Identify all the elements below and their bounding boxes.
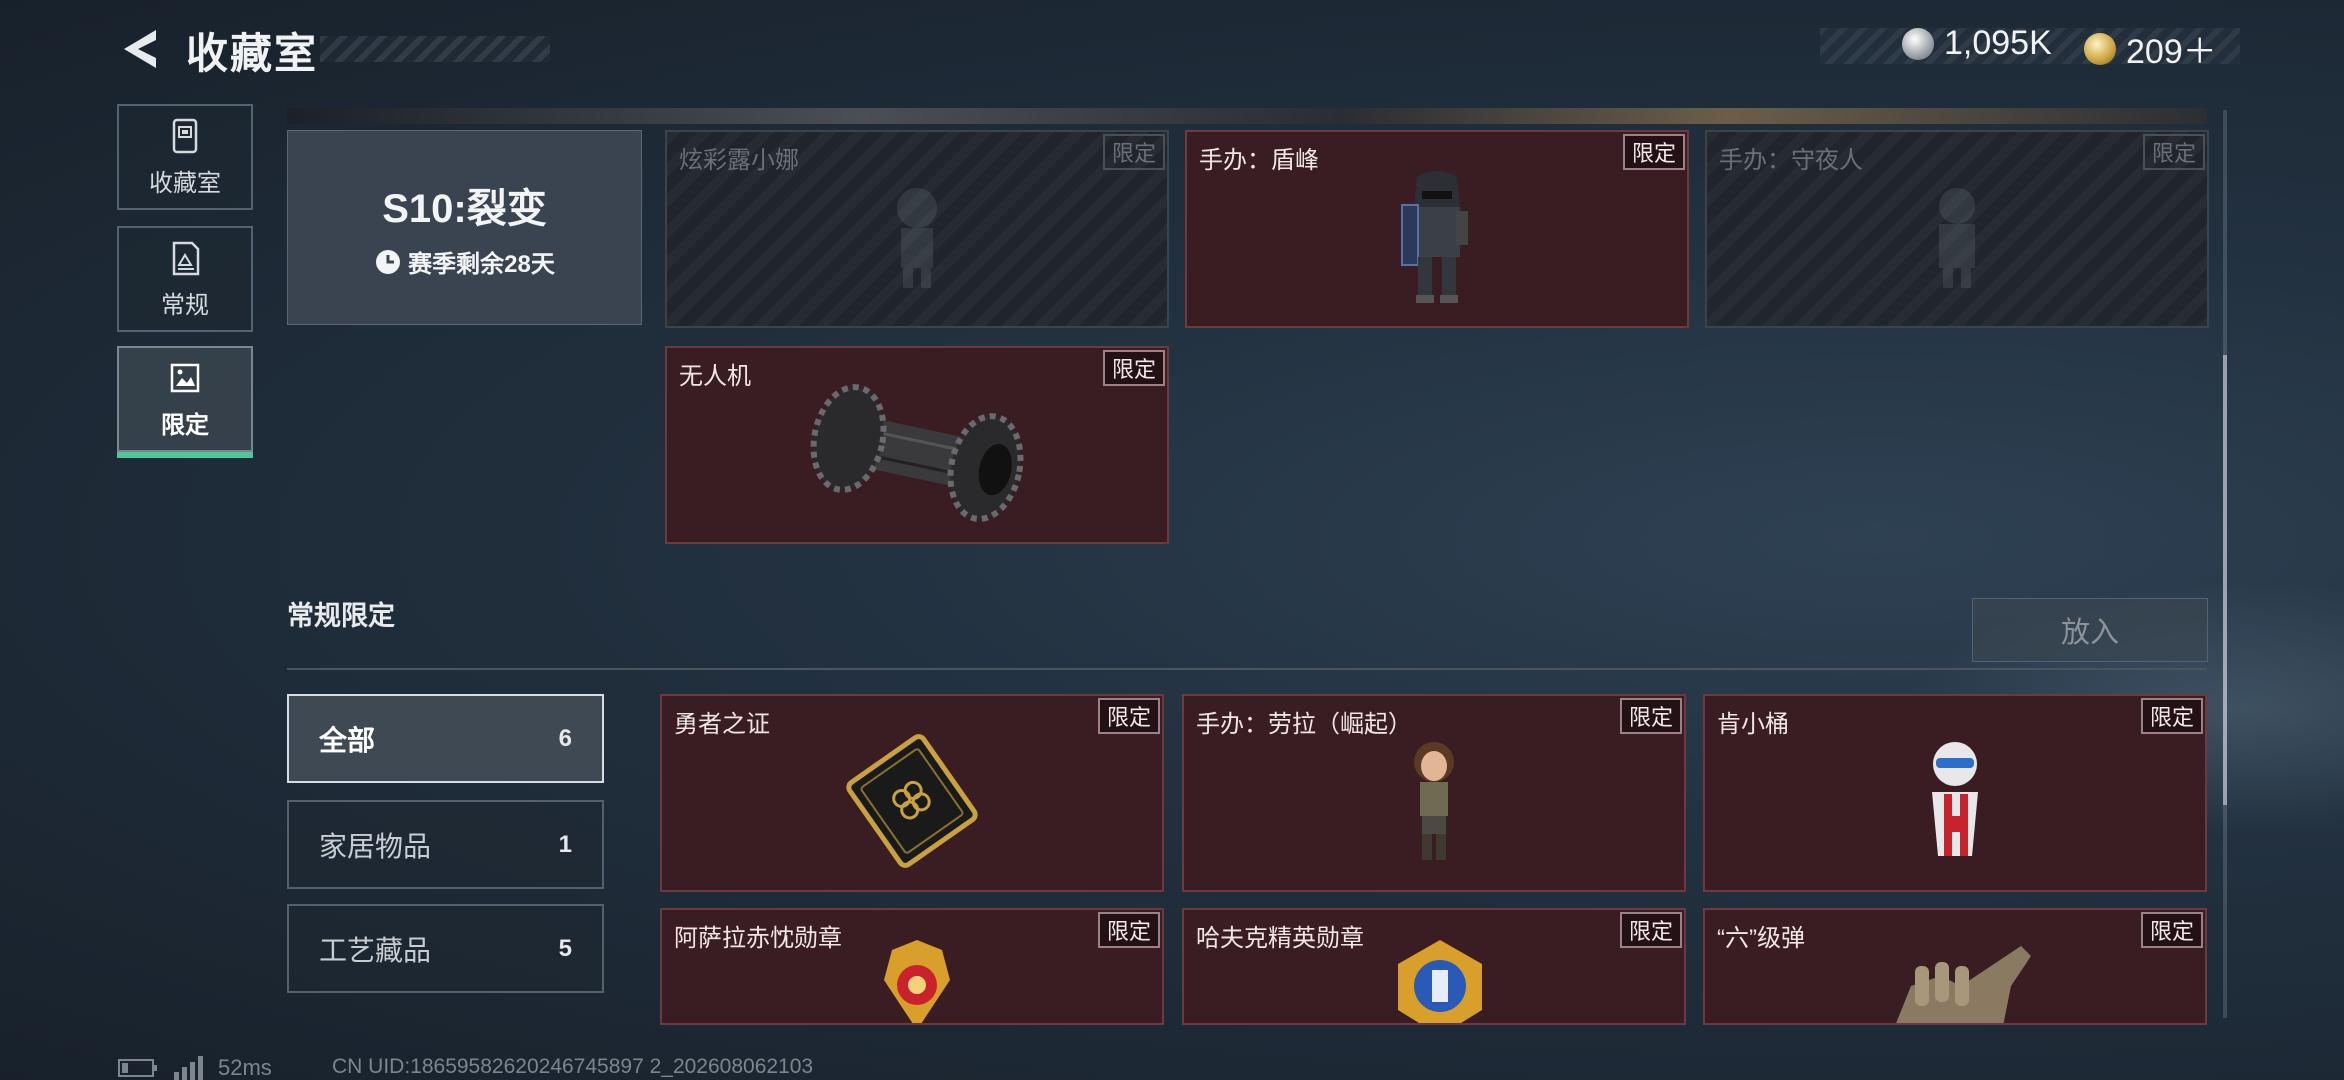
filter-count: 1 <box>558 830 572 858</box>
uid-text: CN UID:18659582620246745897 2_2026080621… <box>332 1055 814 1078</box>
vault-icon <box>172 118 198 153</box>
item-name: 炫彩露小娜 <box>679 147 799 174</box>
item-name: 勇者之证 <box>674 711 770 738</box>
item-name: 阿萨拉赤忱勋章 <box>674 925 842 952</box>
figure-silhouette-icon <box>897 187 937 288</box>
filter-home-items[interactable]: 家居物品 1 <box>287 800 604 889</box>
limited-tag: 限定 <box>1103 350 1165 386</box>
signal-icon <box>174 1056 203 1080</box>
limited-tag: 限定 <box>1623 134 1685 170</box>
nav-label-limited: 限定 <box>161 411 209 439</box>
season-banner <box>287 108 2207 124</box>
item-card-shield-figure[interactable]: 手办：盾峰 限定 <box>1185 130 1689 328</box>
nav-label-regular: 常规 <box>161 291 209 319</box>
item-card-colorful-luna[interactable]: 炫彩露小娜 限定 <box>665 130 1169 328</box>
filter-count: 6 <box>558 724 572 752</box>
section-divider <box>287 668 2207 670</box>
item-name: 哈夫克精英勋章 <box>1196 925 1364 952</box>
scrollbar[interactable] <box>2223 110 2227 1018</box>
item-card-haavk-medal[interactable]: 哈夫克精英勋章 限定 <box>1182 908 1686 1025</box>
nav-item-regular[interactable]: 常规 <box>117 226 253 332</box>
silver-amount: 1,095K <box>1944 24 2052 62</box>
item-card-six-bullet[interactable]: “六”级弹 限定 <box>1703 908 2207 1025</box>
nav-label-vault: 收藏室 <box>149 169 221 197</box>
shield-figure-icon <box>1401 170 1468 303</box>
clock-icon <box>376 249 401 274</box>
season-remaining-text: 赛季剩余28天 <box>408 251 555 278</box>
filter-label: 家居物品 <box>319 830 432 862</box>
nav-item-limited[interactable]: 限定 <box>117 346 253 458</box>
lara-figure-icon <box>1414 741 1454 860</box>
item-name: “六”级弹 <box>1717 925 1805 952</box>
filter-label: 全部 <box>319 724 376 756</box>
card-token-icon <box>846 733 978 868</box>
filter-count: 5 <box>558 934 572 962</box>
limited-tag: 限定 <box>1098 912 1160 948</box>
item-card-lara-figure[interactable]: 手办：劳拉（崛起） 限定 <box>1182 694 1686 892</box>
document-icon <box>172 241 200 275</box>
item-name: 肯小桶 <box>1717 711 1789 738</box>
filter-crafts[interactable]: 工艺藏品 5 <box>287 904 604 993</box>
filter-label: 工艺藏品 <box>319 934 432 966</box>
title-stripe <box>320 36 550 62</box>
gold-coin-icon <box>2084 32 2116 65</box>
gold-amount: 209＋ <box>2126 33 2217 71</box>
limited-tag: 限定 <box>1098 698 1160 734</box>
limited-tag: 限定 <box>1103 134 1165 170</box>
item-card-asala-medal[interactable]: 阿萨拉赤忱勋章 限定 <box>660 908 1164 1025</box>
limited-tag: 限定 <box>2143 134 2205 170</box>
item-name: 手办：劳拉（崛起） <box>1196 711 1412 738</box>
section-title: 常规限定 <box>287 601 395 631</box>
season-card: S10:裂变 赛季剩余28天 <box>287 130 642 325</box>
back-arrow-icon[interactable] <box>118 26 160 72</box>
item-name: 无人机 <box>679 363 751 390</box>
limited-tag: 限定 <box>1620 912 1682 948</box>
item-name: 手办：守夜人 <box>1719 147 1863 174</box>
limited-tag: 限定 <box>2141 912 2203 948</box>
nav-item-vault[interactable]: 收藏室 <box>117 104 253 210</box>
page-title: 收藏室 <box>186 30 319 77</box>
item-card-night-watcher[interactable]: 手办：守夜人 限定 <box>1705 130 2209 328</box>
item-card-ken-bucket[interactable]: 肯小桶 限定 <box>1703 694 2207 892</box>
status-bar: 52ms <box>118 1055 272 1080</box>
put-in-button[interactable]: 放入 <box>1972 598 2208 662</box>
silver-currency[interactable]: 1,095K <box>1902 24 2052 63</box>
ping-text: 52ms <box>218 1055 272 1080</box>
medal-icon <box>884 940 950 1023</box>
filter-all[interactable]: 全部 6 <box>287 694 604 783</box>
scrollbar-thumb[interactable] <box>2223 355 2227 805</box>
ken-bucket-icon <box>1932 741 1978 856</box>
item-card-brave-proof[interactable]: 勇者之证 限定 <box>660 694 1164 892</box>
season-title: S10:裂变 <box>382 187 547 231</box>
item-card-drone[interactable]: 无人机 限定 <box>665 346 1169 544</box>
gold-currency[interactable]: 209＋ <box>2084 24 2217 73</box>
bullet-hand-icon <box>1896 946 2031 1023</box>
limited-tag: 限定 <box>1620 698 1682 734</box>
medal-icon <box>1398 940 1482 1023</box>
figure-silhouette-icon <box>1939 187 1975 288</box>
drone-roller-icon <box>810 383 1024 522</box>
item-name: 手办：盾峰 <box>1199 147 1319 174</box>
season-remaining: 赛季剩余28天 <box>374 244 555 279</box>
silver-coin-icon <box>1902 27 1934 60</box>
limited-tag: 限定 <box>2141 698 2203 734</box>
battery-icon <box>118 1059 157 1077</box>
picture-icon <box>170 363 200 392</box>
